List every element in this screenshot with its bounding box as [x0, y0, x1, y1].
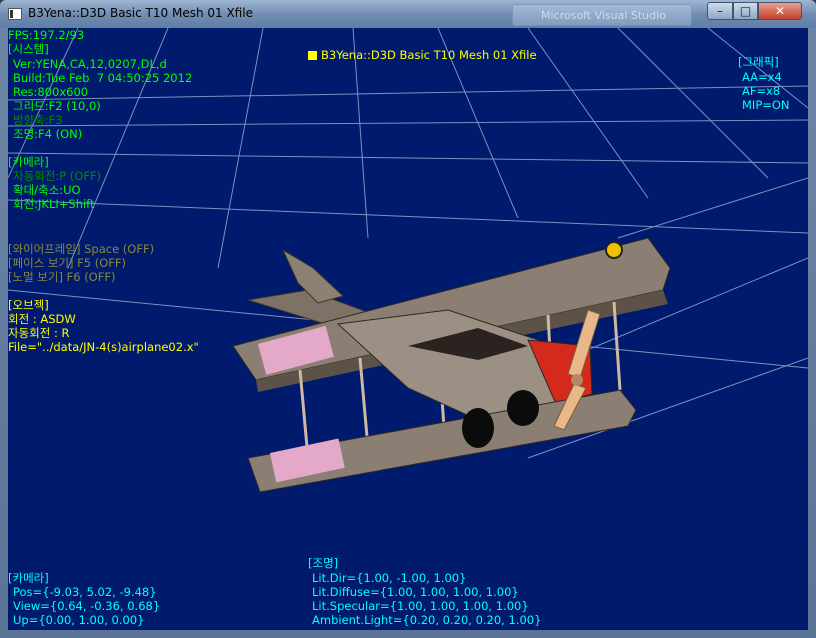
camera-zoom-text: 확대/축소:UO — [13, 183, 81, 197]
maximize-button[interactable]: □ — [733, 2, 758, 20]
object-header: [오브젝] — [8, 298, 49, 312]
graphics-af-text: AF=x8 — [742, 84, 781, 98]
graphics-header: [그래픽] — [738, 55, 779, 69]
camera-state-header: [카메라] — [8, 571, 49, 585]
app-window: B3Yena::D3D Basic T10 Mesh 01 Xfile Micr… — [0, 0, 816, 638]
camera-view-text: View={0.64, -0.36, 0.68} — [13, 599, 161, 613]
axis-toggle-text: 방향축:F3 — [13, 113, 63, 127]
wireframe-toggle-text: [와이어프레임] Space (OFF) — [8, 242, 155, 256]
version-text: Ver:YENA,CA,12,0207,DL,d — [13, 57, 167, 71]
camera-keys-header: [카메라] — [8, 155, 49, 169]
camera-rotate-text: 회전:JKLI+Shift — [13, 197, 95, 211]
lighting-header: [조명] — [308, 556, 339, 570]
face-view-toggle-text: [페이스 보기] F5 (OFF) — [8, 256, 127, 270]
normal-view-toggle-text: [노멀 보기] F6 (OFF) — [8, 270, 116, 284]
scene-caption: B3Yena::D3D Basic T10 Mesh 01 Xfile — [308, 48, 537, 63]
close-button[interactable]: ✕ — [758, 2, 802, 20]
title-bar[interactable]: B3Yena::D3D Basic T10 Mesh 01 Xfile Micr… — [0, 0, 816, 28]
window-title: B3Yena::D3D Basic T10 Mesh 01 Xfile — [28, 6, 253, 20]
graphics-aa-text: AA=x4 — [742, 70, 782, 84]
graphics-mip-text: MIP=ON — [742, 98, 790, 112]
fps-counter: FPS:197.2/93 — [8, 28, 85, 42]
caption-marker-icon — [308, 51, 317, 60]
d3d-viewport[interactable]: FPS:197.2/93 [시스템] Ver:YENA,CA,12,0207,D… — [8, 28, 808, 630]
build-text: Build:Tue Feb 7 04:50:25 2012 — [13, 71, 193, 85]
minimize-button[interactable]: – — [707, 2, 733, 20]
camera-pos-text: Pos={-9.03, 5.02, -9.48} — [13, 585, 157, 599]
object-file-text: File="../data/JN-4(s)airplane02.x" — [8, 340, 199, 354]
ambient-light-text: Ambient.Light={0.20, 0.20, 0.20, 1.00} — [312, 613, 542, 627]
resolution-text: Res:800x600 — [13, 85, 89, 99]
grid-toggle-text: 그리드:F2 (10,0) — [13, 99, 101, 113]
biplane-model[interactable] — [8, 28, 808, 630]
light-toggle-text: 조명:F4 (ON) — [13, 127, 83, 141]
light-dir-text: Lit.Dir={1.00, -1.00, 1.00} — [312, 571, 467, 585]
object-autorotate-text: 자동회전 : R — [8, 326, 70, 340]
background-window-tab: Microsoft Visual Studio — [512, 4, 692, 26]
camera-up-text: Up={0.00, 1.00, 0.00} — [13, 613, 145, 627]
scene-caption-text: B3Yena::D3D Basic T10 Mesh 01 Xfile — [321, 48, 537, 62]
camera-autorotate-text: 자동회전:P (OFF) — [13, 169, 102, 183]
light-diffuse-text: Lit.Diffuse={1.00, 1.00, 1.00, 1.00} — [312, 585, 519, 599]
object-rotate-text: 회전 : ASDW — [8, 312, 76, 326]
light-specular-text: Lit.Specular={1.00, 1.00, 1.00, 1.00} — [312, 599, 529, 613]
app-icon[interactable] — [8, 8, 22, 20]
system-header: [시스템] — [8, 42, 49, 56]
roundel-upper — [605, 241, 623, 259]
